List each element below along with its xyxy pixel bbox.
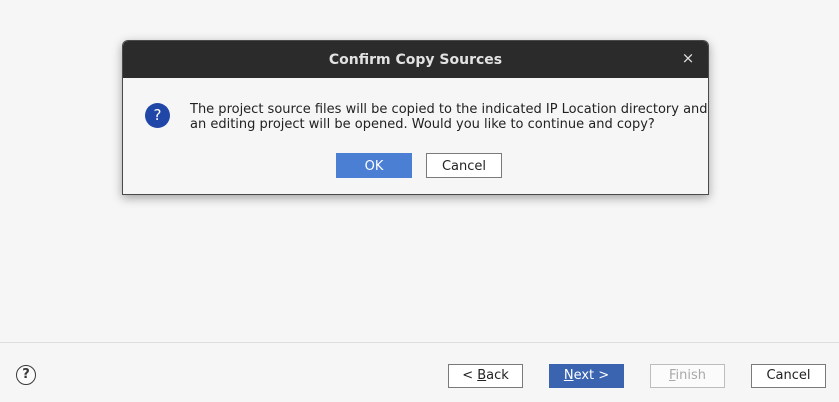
back-label-prefix: < (462, 368, 478, 383)
message-line: an editing project will be opened. Would… (190, 117, 655, 132)
back-label-rest: ack (486, 368, 509, 383)
back-button[interactable]: < Back (448, 364, 523, 388)
question-icon: ? (145, 103, 170, 128)
wizard-footer: ? < Back Next > Finish Cancel (0, 342, 839, 402)
back-label-mnemonic: B (477, 368, 487, 383)
next-label-rest: ext > (573, 368, 610, 383)
dialog-title: Confirm Copy Sources (328, 52, 503, 68)
wizard-window: ? < Back Next > Finish Cancel Confirm Co… (0, 0, 839, 402)
confirm-copy-sources-dialog: Confirm Copy Sources × ? The project sou… (122, 40, 709, 195)
finish-label-rest: inish (675, 368, 707, 383)
question-circle-icon[interactable]: ? (16, 365, 36, 385)
next-button[interactable]: Next > (549, 364, 624, 388)
dialog-titlebar[interactable]: Confirm Copy Sources × (123, 41, 708, 78)
ok-button[interactable]: OK (336, 153, 412, 178)
next-label-mnemonic: N (563, 368, 574, 383)
close-icon[interactable]: × (680, 50, 696, 66)
finish-button[interactable]: Finish (650, 364, 725, 388)
message-line: The project source files will be copied … (190, 102, 708, 117)
dialog-message: The project source files will be copied … (190, 102, 708, 132)
dialog-cancel-button[interactable]: Cancel (426, 153, 502, 178)
wizard-cancel-button[interactable]: Cancel (751, 364, 826, 388)
